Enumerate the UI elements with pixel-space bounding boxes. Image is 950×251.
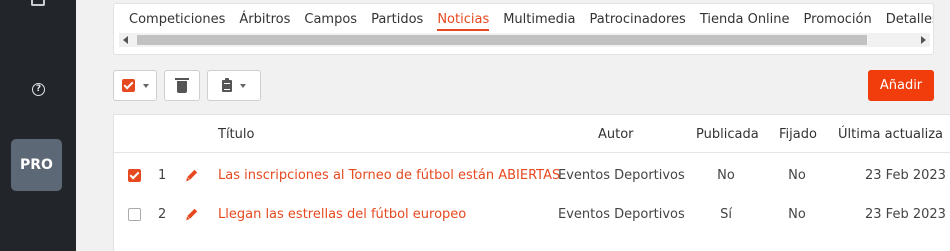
news-title-link[interactable]: Llegan las estrellas del fútbol europeo	[218, 207, 466, 222]
updated-cell: 23 Feb 2023	[865, 207, 946, 222]
tab-multimedia[interactable]: Multimedia	[496, 4, 582, 36]
news-title-link[interactable]: Las inscripciones al Torneo de fútbol es…	[218, 168, 560, 183]
clipboard-dropdown-button[interactable]	[207, 70, 261, 101]
checkbox-checked-icon	[121, 79, 135, 92]
tab-campos[interactable]: Campos	[297, 4, 364, 36]
tab-arbitros[interactable]: Árbitros	[232, 4, 297, 36]
scroll-left-arrow-icon[interactable]	[123, 36, 128, 44]
caret-down-icon	[142, 83, 149, 88]
scrollbar-thumb[interactable]	[137, 35, 867, 45]
header-titulo[interactable]: Título	[218, 127, 254, 142]
row-checkbox[interactable]	[128, 208, 141, 221]
header-actualizacion[interactable]: Última actualiza	[838, 127, 943, 142]
tab-competiciones[interactable]: Competiciones	[114, 4, 232, 36]
author-cell: Eventos Deportivos	[558, 207, 685, 222]
clipboard-icon	[222, 77, 232, 92]
pro-badge[interactable]: PRO	[11, 139, 62, 191]
tabs-panel: Competiciones Árbitros Campos Partidos N…	[113, 3, 934, 55]
tab-promocion[interactable]: Promoción	[797, 4, 879, 36]
published-cell: Sí	[720, 207, 732, 222]
tab-tienda-online[interactable]: Tienda Online	[693, 4, 797, 36]
help-icon[interactable]: ?	[32, 83, 45, 96]
tab-detalles[interactable]: Detalles	[879, 4, 933, 36]
edit-pencil-icon[interactable]	[186, 208, 198, 221]
edit-pencil-icon[interactable]	[186, 169, 198, 182]
pinned-cell: No	[788, 168, 806, 183]
tab-patrocinadores[interactable]: Patrocinadores	[583, 4, 693, 36]
select-dropdown-button[interactable]	[113, 70, 157, 101]
row-checkbox[interactable]	[128, 169, 141, 182]
header-divider	[114, 152, 950, 153]
sidebar: ? PRO	[0, 0, 76, 251]
header-fijado[interactable]: Fijado	[779, 127, 817, 142]
caret-down-icon	[240, 83, 246, 88]
tab-partidos[interactable]: Partidos	[364, 4, 430, 36]
pinned-cell: No	[788, 207, 806, 222]
header-autor[interactable]: Autor	[598, 127, 634, 142]
row-number: 1	[158, 168, 167, 183]
scroll-right-arrow-icon[interactable]	[921, 36, 926, 44]
header-publicada[interactable]: Publicada	[696, 127, 759, 142]
tab-noticias[interactable]: Noticias	[430, 4, 496, 36]
add-button[interactable]: Añadir	[868, 70, 934, 101]
row-number: 2	[158, 207, 167, 222]
trash-icon	[175, 77, 189, 93]
news-table: Título Autor Publicada Fijado Última act…	[113, 114, 950, 251]
tabs-scrollbar[interactable]	[119, 33, 930, 47]
tab-bar: Competiciones Árbitros Campos Partidos N…	[114, 4, 933, 36]
author-cell: Eventos Deportivos	[558, 168, 685, 183]
published-cell: No	[717, 168, 735, 183]
delete-button[interactable]	[164, 70, 200, 101]
updated-cell: 23 Feb 2023	[865, 168, 946, 183]
building-icon[interactable]	[31, 0, 45, 6]
